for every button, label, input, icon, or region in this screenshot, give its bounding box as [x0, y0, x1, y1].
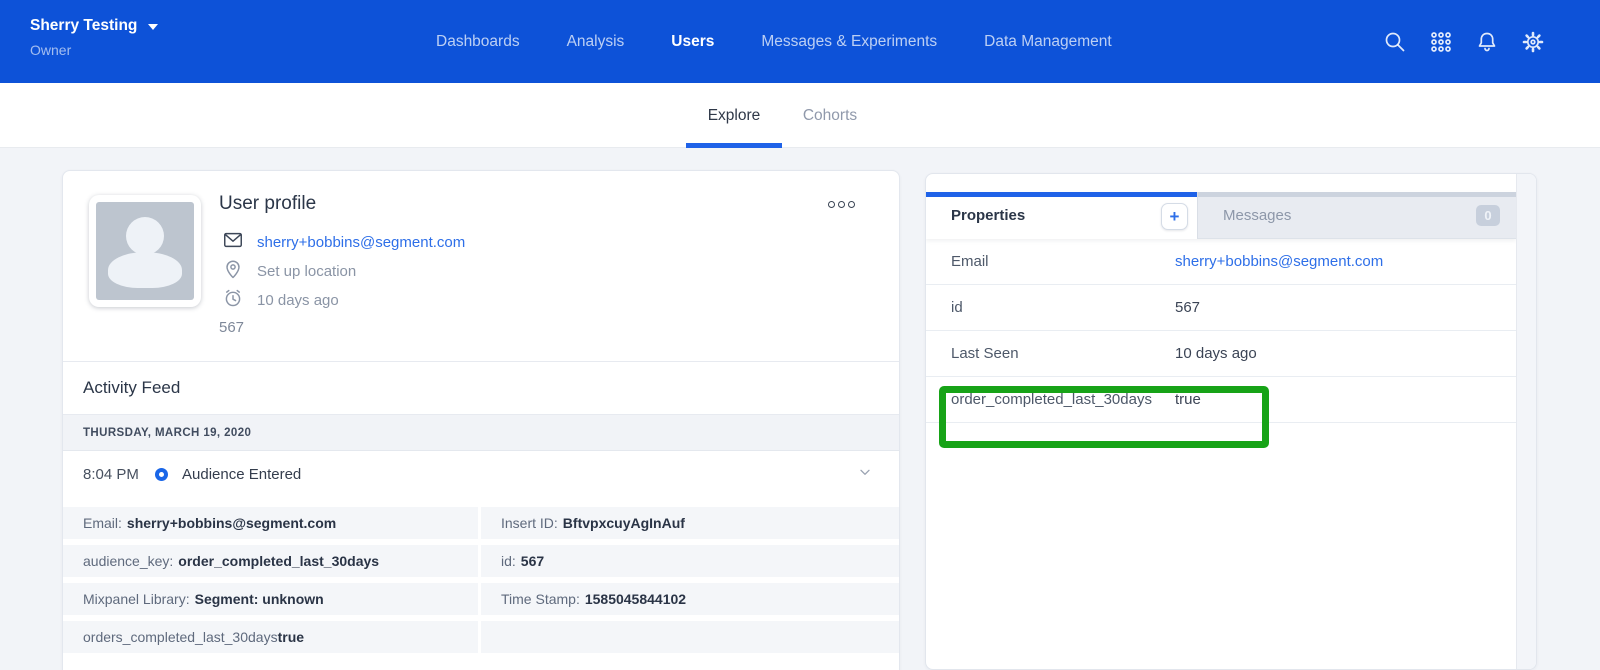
- event-row-audience-entered[interactable]: 8:04 PM Audience Entered: [63, 451, 899, 498]
- location-pin-icon: [222, 258, 244, 285]
- workspace-role: Owner: [30, 42, 158, 58]
- detail-cell: Mixpanel Library: Segment: unknown: [63, 583, 478, 615]
- search-icon[interactable]: [1382, 29, 1408, 55]
- detail-cell: audience_key: order_completed_last_30day…: [63, 545, 478, 577]
- scroll-gutter: [1516, 174, 1536, 669]
- add-property-button[interactable]: +: [1161, 203, 1188, 230]
- nav-item-dashboards[interactable]: Dashboards: [436, 33, 520, 51]
- notifications-bell-icon[interactable]: [1474, 29, 1500, 55]
- avatar: [89, 195, 201, 307]
- property-row-order-completed: order_completed_last_30days true: [926, 377, 1516, 423]
- more-options-icon[interactable]: [828, 201, 855, 208]
- chevron-down-icon: [148, 24, 158, 30]
- event-name: Audience Entered: [182, 466, 301, 483]
- detail-cell: [481, 621, 899, 653]
- detail-cell: id: 567: [481, 545, 899, 577]
- settings-gear-icon[interactable]: [1520, 29, 1546, 55]
- nav-item-users[interactable]: Users: [671, 33, 714, 51]
- profile-email-link[interactable]: sherry+bobbins@segment.com: [257, 234, 465, 251]
- workspace-name: Sherry Testing: [30, 17, 137, 35]
- set-up-location-link[interactable]: Set up location: [257, 263, 356, 280]
- property-row-id: id 567: [926, 285, 1516, 331]
- event-details-table: Email: sherry+bobbins@segment.com Insert…: [63, 498, 899, 653]
- nav-item-messages-experiments[interactable]: Messages & Experiments: [761, 33, 937, 51]
- explore-cohorts-tabbar: Explore Cohorts: [0, 83, 1600, 148]
- event-time: 8:04 PM: [83, 466, 155, 483]
- table-row: orders_completed_last_30days true: [63, 621, 899, 653]
- tab-explore[interactable]: Explore: [686, 83, 782, 148]
- avatar-placeholder-image: [96, 202, 194, 300]
- clock-icon: [222, 287, 244, 314]
- event-dot-icon: [155, 468, 168, 481]
- table-row: Mixpanel Library: Segment: unknown Time …: [63, 583, 899, 615]
- apps-grid-icon[interactable]: [1428, 29, 1454, 55]
- detail-cell: Email: sherry+bobbins@segment.com: [63, 507, 478, 539]
- detail-cell: Time Stamp: 1585045844102: [481, 583, 899, 615]
- active-tab-underline: [686, 143, 782, 148]
- tab-messages[interactable]: Messages 0: [1197, 192, 1516, 239]
- profile-section: User profile sherry+bobbins@segment.com …: [63, 171, 899, 361]
- activity-date-header: THURSDAY, MARCH 19, 2020: [63, 415, 899, 451]
- distinct-id-text: 567: [219, 319, 465, 336]
- collapse-chevron-icon[interactable]: [857, 464, 873, 485]
- messages-count-badge: 0: [1476, 205, 1500, 226]
- tab-properties[interactable]: Properties +: [926, 192, 1197, 239]
- page: Sherry Testing Owner Dashboards Analysis…: [0, 0, 1600, 670]
- page-title: User profile: [219, 193, 465, 215]
- property-email-link[interactable]: sherry+bobbins@segment.com: [1175, 253, 1383, 270]
- table-row: audience_key: order_completed_last_30day…: [63, 545, 899, 577]
- last-seen-text: 10 days ago: [257, 292, 339, 309]
- properties-panel: Properties + Messages 0 Email sherry+bob…: [925, 173, 1537, 670]
- activity-feed-title: Activity Feed: [63, 361, 899, 415]
- property-row-email: Email sherry+bobbins@segment.com: [926, 239, 1516, 285]
- properties-messages-tabbar: Properties + Messages 0: [926, 192, 1516, 239]
- header-icon-group: [1382, 0, 1546, 83]
- nav-item-data-management[interactable]: Data Management: [984, 33, 1112, 51]
- top-nav-bar: Sherry Testing Owner Dashboards Analysis…: [0, 0, 1600, 83]
- user-profile-card: User profile sherry+bobbins@segment.com …: [62, 170, 900, 670]
- detail-cell: orders_completed_last_30days true: [63, 621, 478, 653]
- detail-cell: Insert ID: BftvpxcuyAgInAuf: [481, 507, 899, 539]
- tab-cohorts[interactable]: Cohorts: [795, 83, 865, 148]
- workspace-switcher[interactable]: Sherry Testing Owner: [30, 17, 158, 58]
- nav-item-analysis[interactable]: Analysis: [567, 33, 625, 51]
- envelope-icon: [222, 229, 244, 256]
- table-row: Email: sherry+bobbins@segment.com Insert…: [63, 507, 899, 539]
- property-row-last-seen: Last Seen 10 days ago: [926, 331, 1516, 377]
- primary-nav: Dashboards Analysis Users Messages & Exp…: [436, 0, 1112, 83]
